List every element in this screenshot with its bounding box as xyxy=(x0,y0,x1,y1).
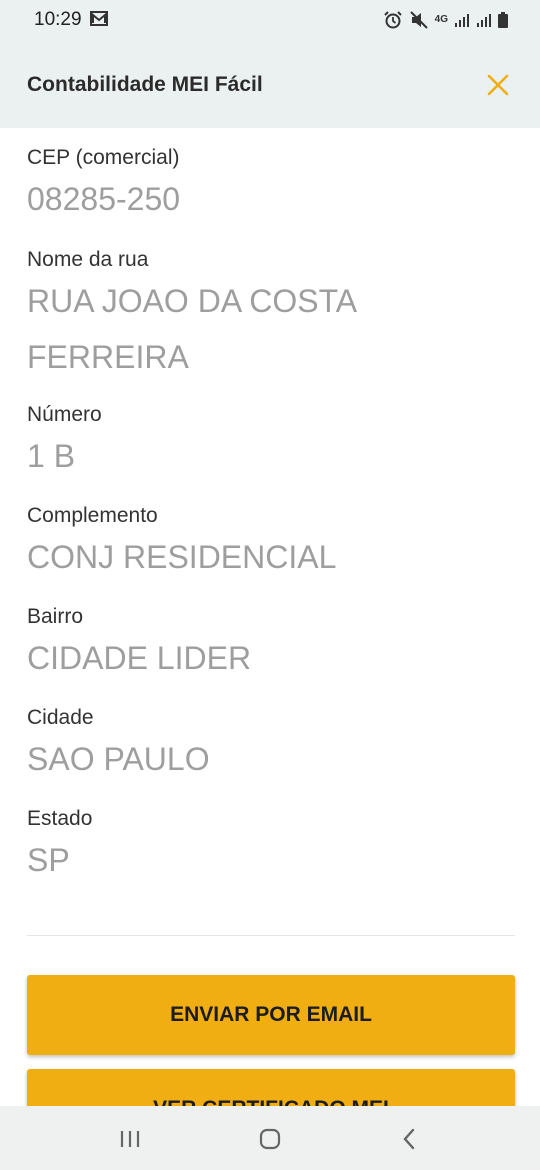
recent-apps-icon[interactable] xyxy=(115,1124,145,1154)
battery-icon xyxy=(498,12,508,28)
alarm-icon xyxy=(383,11,402,29)
field-label: Nome da rua xyxy=(27,248,149,271)
status-icons: 4G xyxy=(383,10,508,30)
field-value: 08285-250 xyxy=(27,181,181,217)
back-icon[interactable] xyxy=(395,1124,425,1154)
field-street: Nome da rua RUA JOAO DA COSTA FERREIRA xyxy=(27,247,507,385)
field-label: Número xyxy=(27,403,102,426)
send-email-button[interactable]: ENVIAR POR EMAIL xyxy=(27,975,515,1055)
field-value: SAO PAULO xyxy=(27,741,210,777)
network-type-label: 4G xyxy=(434,14,448,25)
mute-icon xyxy=(409,11,428,29)
gmail-icon xyxy=(90,11,108,26)
field-value: FERREIRA xyxy=(27,339,189,375)
home-icon[interactable] xyxy=(255,1124,285,1154)
signal-icon-1 xyxy=(455,14,469,27)
signal-icon-2 xyxy=(477,14,491,27)
field-neighborhood: Bairro CIDADE LIDER xyxy=(27,604,507,686)
app-header: Contabilidade MEI Fácil xyxy=(0,42,540,128)
field-label: CEP (comercial) xyxy=(27,146,180,169)
field-city: Cidade SAO PAULO xyxy=(27,705,507,787)
divider xyxy=(27,935,515,936)
field-value: CIDADE LIDER xyxy=(27,640,252,676)
status-bar: 10:29 4G xyxy=(0,0,540,42)
field-label: Bairro xyxy=(27,605,84,628)
field-number: Número 1 B xyxy=(27,402,507,484)
field-value: CONJ RESIDENCIAL xyxy=(27,539,337,575)
field-value: 1 B xyxy=(27,438,76,474)
field-label: Cidade xyxy=(27,706,94,729)
field-cep: CEP (comercial) 08285-250 xyxy=(27,145,507,227)
system-nav-bar xyxy=(0,1106,540,1170)
page-title: Contabilidade MEI Fácil xyxy=(27,73,263,96)
field-label: Estado xyxy=(27,807,93,830)
field-state: Estado SP xyxy=(27,806,507,888)
field-label: Complemento xyxy=(27,504,158,527)
field-value: RUA JOAO DA COSTA xyxy=(27,283,358,319)
field-value: SP xyxy=(27,842,70,878)
field-complement: Complemento CONJ RESIDENCIAL xyxy=(27,503,507,585)
close-icon[interactable] xyxy=(486,73,510,97)
status-time: 10:29 xyxy=(34,9,82,30)
